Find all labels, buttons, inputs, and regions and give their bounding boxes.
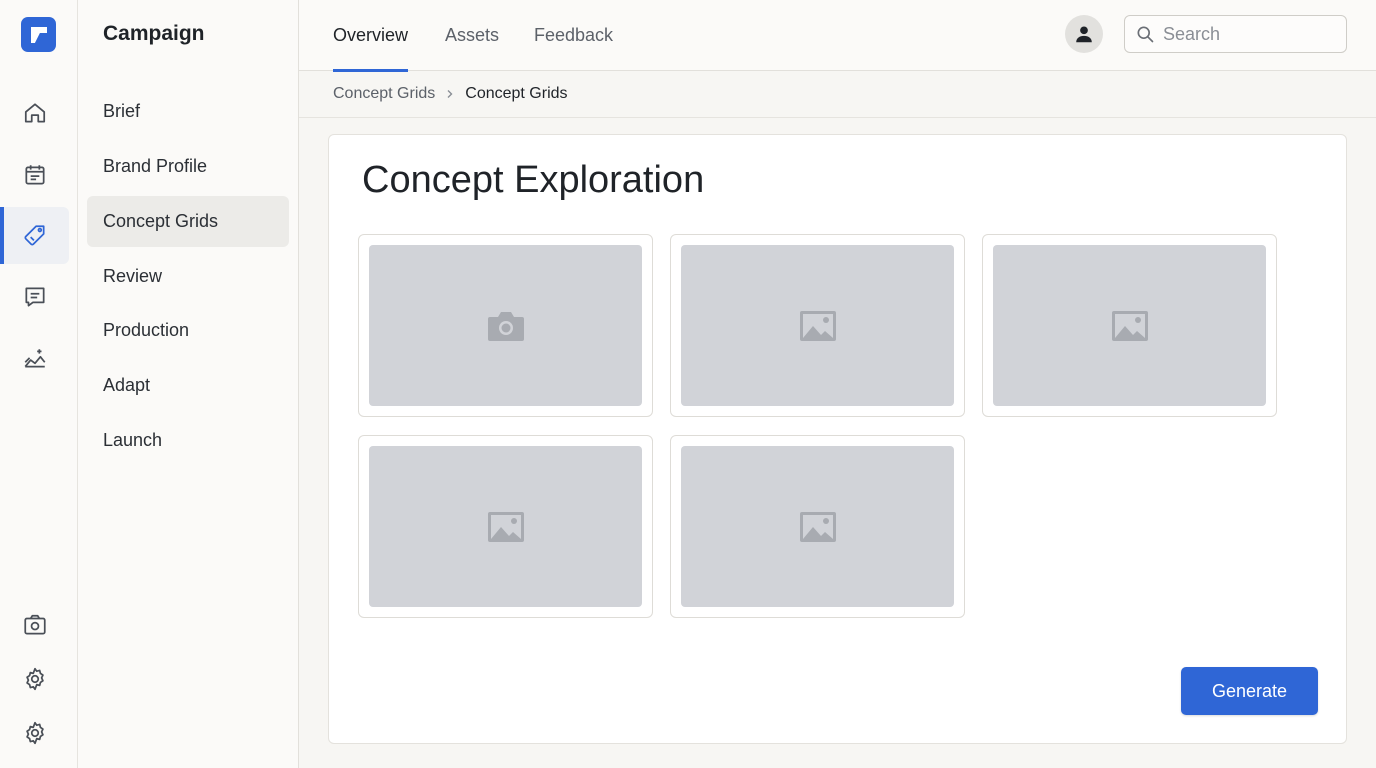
image-icon <box>799 511 836 542</box>
concept-tile[interactable] <box>670 234 965 417</box>
rail-camera-button[interactable] <box>0 596 69 653</box>
breadcrumb-current: Concept Grids <box>465 85 568 102</box>
camera-icon <box>23 614 46 635</box>
concept-tile[interactable] <box>358 435 653 618</box>
rail-settings-alt-button[interactable] <box>0 704 69 761</box>
tab-assets[interactable]: Assets <box>445 0 499 71</box>
icon-rail <box>0 0 78 768</box>
image-icon <box>1111 310 1148 341</box>
camera-icon <box>487 311 524 341</box>
rail-home-button[interactable] <box>0 84 69 141</box>
breadcrumb-parent[interactable]: Concept Grids <box>333 85 435 103</box>
generate-button[interactable]: Generate <box>1181 667 1318 715</box>
tab-feedback[interactable]: Feedback <box>534 0 613 71</box>
image-placeholder <box>681 245 954 406</box>
nav-item-concept-grids[interactable]: Concept Grids <box>87 196 289 247</box>
image-placeholder <box>369 446 642 607</box>
breadcrumb-divider <box>299 117 1376 118</box>
campaign-nav: Campaign Brief Brand Profile Concept Gri… <box>78 0 299 768</box>
nav-item-launch[interactable]: Launch <box>87 415 289 466</box>
search-icon <box>1137 26 1154 43</box>
breadcrumb: Concept Grids Concept Grids <box>333 83 568 105</box>
user-icon <box>1076 26 1092 43</box>
gear-icon <box>25 667 44 690</box>
app-window: Campaign Brief Brand Profile Concept Gri… <box>0 0 1376 768</box>
rail-insights-button[interactable] <box>0 330 69 387</box>
rail-settings-button[interactable] <box>0 650 69 707</box>
home-icon <box>24 102 45 123</box>
nav-item-adapt[interactable]: Adapt <box>87 360 289 411</box>
rail-tag-button[interactable] <box>0 207 69 264</box>
image-icon <box>799 310 836 341</box>
concept-card: Concept Exploration Generate <box>328 134 1347 744</box>
tab-overview[interactable]: Overview <box>333 0 409 72</box>
search-box <box>1124 15 1347 53</box>
image-icon <box>487 511 524 542</box>
rail-comments-button[interactable] <box>0 268 69 325</box>
logo-icon[interactable] <box>21 17 56 52</box>
nav-item-production[interactable]: Production <box>87 305 289 356</box>
nav-item-review[interactable]: Review <box>87 251 289 302</box>
nav-item-brief[interactable]: Brief <box>87 86 289 137</box>
image-placeholder <box>993 245 1266 406</box>
chevron-right-icon <box>445 89 455 99</box>
nav-title: Campaign <box>103 22 205 45</box>
concept-tile[interactable] <box>670 435 965 618</box>
page-title: Concept Exploration <box>362 159 705 201</box>
rail-calendar-button[interactable] <box>0 146 69 203</box>
calendar-icon <box>24 164 45 185</box>
sparkle-chart-icon <box>24 348 45 367</box>
image-placeholder <box>681 446 954 607</box>
gear-icon <box>25 721 44 744</box>
concept-tile[interactable] <box>358 234 653 417</box>
comment-icon <box>24 286 45 307</box>
avatar[interactable] <box>1065 15 1103 53</box>
tag-icon <box>23 224 45 245</box>
nav-item-brand-profile[interactable]: Brand Profile <box>87 141 289 192</box>
image-placeholder <box>369 245 642 406</box>
search-input[interactable] <box>1163 23 1333 45</box>
top-bar: Overview Assets Feedback <box>299 0 1376 72</box>
concept-tile[interactable] <box>982 234 1277 417</box>
